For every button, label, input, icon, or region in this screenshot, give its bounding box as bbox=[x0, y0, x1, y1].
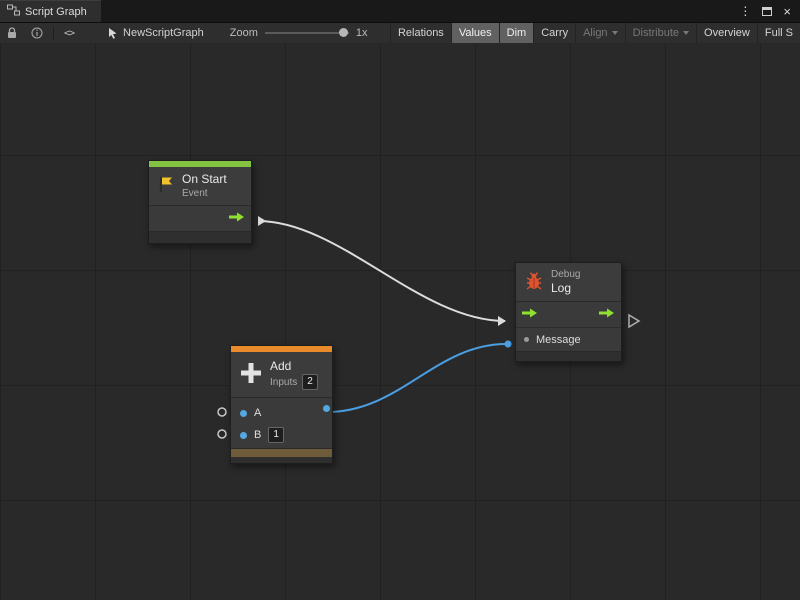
add-footer-accent bbox=[231, 448, 332, 457]
graph-asset-breadcrumb[interactable]: NewScriptGraph bbox=[107, 27, 204, 39]
distribute-dropdown[interactable]: Distribute bbox=[625, 23, 696, 43]
align-dropdown[interactable]: Align bbox=[575, 23, 624, 43]
dim-button[interactable]: Dim bbox=[499, 23, 534, 43]
info-icon[interactable] bbox=[24, 23, 50, 43]
trigger-out-port[interactable] bbox=[229, 212, 245, 225]
graph-canvas[interactable]: On Start Event bbox=[0, 43, 800, 600]
trigger-out-port[interactable] bbox=[599, 308, 615, 321]
tab-script-graph[interactable]: Script Graph bbox=[0, 0, 101, 22]
wire-trigger[interactable] bbox=[258, 221, 505, 321]
window-controls: ⋮ × bbox=[739, 0, 800, 22]
flag-icon bbox=[157, 175, 175, 197]
port-b-value-field[interactable]: 1 bbox=[268, 427, 284, 443]
node-debug-log[interactable]: Debug Log Message bbox=[515, 262, 622, 362]
toolbar-separator bbox=[53, 27, 54, 40]
node-subtitle: Inputs bbox=[270, 376, 297, 389]
message-port-dot[interactable] bbox=[524, 337, 529, 342]
zoom-label: Zoom bbox=[230, 27, 258, 39]
chevron-down-icon bbox=[612, 31, 618, 35]
on-start-ports bbox=[149, 205, 251, 231]
wire-trigger-start-arrow bbox=[258, 216, 266, 226]
node-title: On Start bbox=[182, 172, 227, 187]
zoom-value: 1x bbox=[356, 27, 368, 39]
align-label: Align bbox=[583, 27, 607, 39]
port-row-b[interactable]: B 1 bbox=[231, 424, 332, 446]
add-ports: A B 1 bbox=[231, 397, 332, 448]
values-button[interactable]: Values bbox=[451, 23, 499, 43]
chevron-down-icon bbox=[683, 31, 689, 35]
result-out-dot[interactable] bbox=[323, 405, 330, 412]
node-title: Add bbox=[270, 359, 318, 374]
add-header: Add Inputs 2 bbox=[231, 352, 332, 397]
inputs-count-field[interactable]: 2 bbox=[302, 374, 318, 390]
port-a-dot[interactable] bbox=[240, 410, 247, 417]
node-on-start[interactable]: On Start Event bbox=[148, 160, 252, 244]
node-subtitle: Event bbox=[182, 187, 227, 200]
window-menu-icon[interactable]: ⋮ bbox=[739, 4, 751, 18]
distribute-label: Distribute bbox=[633, 27, 679, 39]
port-b-dot[interactable] bbox=[240, 432, 247, 439]
unconnected-trigger-out-icon[interactable] bbox=[629, 315, 639, 327]
window-titlebar: Script Graph ⋮ × bbox=[0, 0, 800, 22]
message-port-row[interactable]: Message bbox=[516, 327, 621, 351]
unconnected-port-a-icon[interactable] bbox=[218, 408, 226, 416]
zoom-slider[interactable] bbox=[265, 32, 349, 34]
bug-icon bbox=[524, 270, 544, 294]
script-graph-icon bbox=[7, 4, 20, 19]
node-add[interactable]: Add Inputs 2 A B 1 bbox=[230, 345, 333, 464]
wire-layer bbox=[0, 43, 800, 600]
toolbar-buttons: Relations Values Dim Carry Align Distrib… bbox=[390, 23, 800, 43]
graph-toolbar: <> NewScriptGraph Zoom 1x Relations Valu… bbox=[0, 22, 800, 43]
relations-button[interactable]: Relations bbox=[390, 23, 451, 43]
zoom-slider-handle[interactable] bbox=[339, 28, 348, 37]
fullscreen-button[interactable]: Full S bbox=[757, 23, 800, 43]
carry-button[interactable]: Carry bbox=[533, 23, 575, 43]
plus-icon bbox=[239, 361, 263, 388]
trigger-in-port[interactable] bbox=[522, 308, 538, 321]
code-icon[interactable]: <> bbox=[57, 23, 81, 43]
debug-log-header: Debug Log bbox=[516, 263, 621, 301]
node-category: Debug bbox=[551, 268, 580, 281]
wire-value-end-dot bbox=[505, 341, 512, 348]
port-a-label: A bbox=[254, 407, 261, 419]
debug-log-trigger-ports bbox=[516, 301, 621, 327]
lock-icon[interactable] bbox=[0, 23, 24, 43]
on-start-header: On Start Event bbox=[149, 167, 251, 205]
overview-button[interactable]: Overview bbox=[696, 23, 757, 43]
add-footer bbox=[231, 457, 332, 463]
zoom-control: Zoom 1x bbox=[230, 27, 368, 39]
graph-asset-icon bbox=[107, 27, 118, 39]
graph-asset-name: NewScriptGraph bbox=[123, 27, 204, 39]
message-port-label: Message bbox=[536, 334, 581, 346]
on-start-footer bbox=[149, 231, 251, 243]
debug-log-footer bbox=[516, 351, 621, 361]
wire-value[interactable] bbox=[327, 344, 506, 412]
node-title: Log bbox=[551, 281, 580, 296]
tab-title: Script Graph bbox=[25, 6, 87, 18]
port-row-a[interactable]: A bbox=[231, 402, 332, 424]
port-b-label: B bbox=[254, 429, 261, 441]
window-maximize-icon[interactable] bbox=[762, 7, 772, 16]
unconnected-port-b-icon[interactable] bbox=[218, 430, 226, 438]
window-close-icon[interactable]: × bbox=[783, 5, 791, 18]
wire-trigger-end-arrow bbox=[498, 316, 506, 326]
